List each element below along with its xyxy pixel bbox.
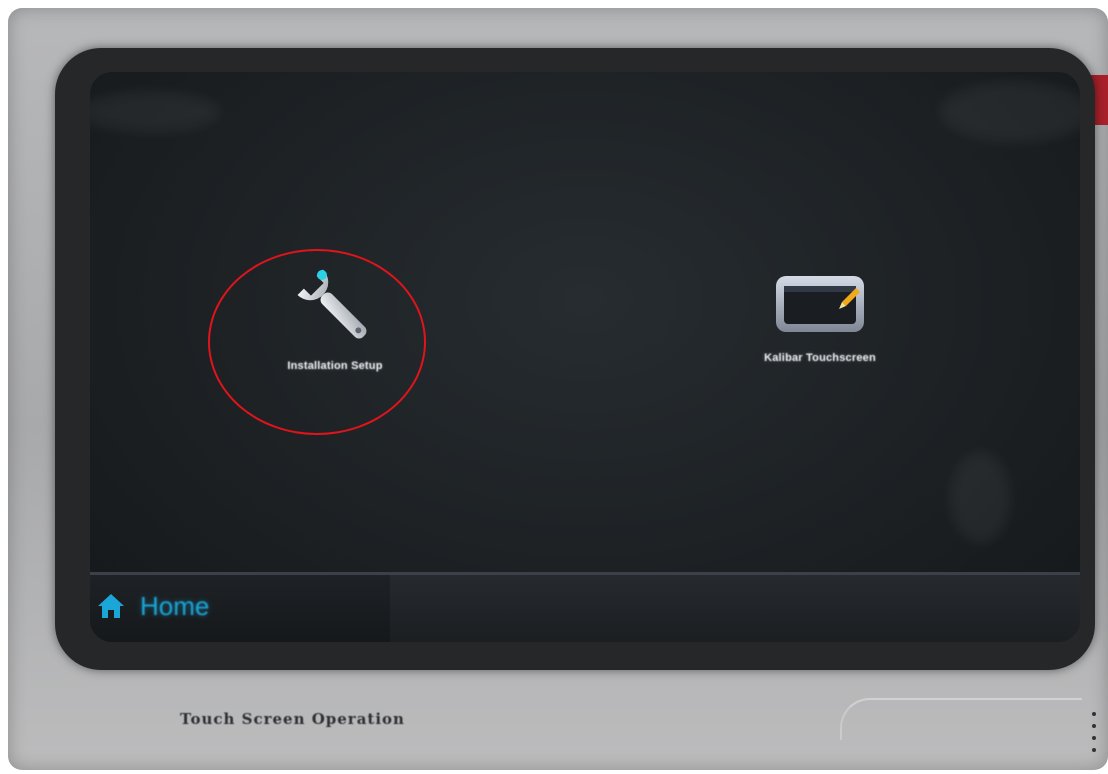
calibrate-touchscreen-label: Kalibar Touchscreen bbox=[764, 352, 876, 364]
home-icon bbox=[98, 594, 124, 618]
glare bbox=[950, 452, 1010, 542]
glare bbox=[90, 92, 220, 132]
touchscreen-icon bbox=[776, 276, 864, 332]
wrench-icon bbox=[297, 269, 367, 339]
home-label: Home bbox=[140, 590, 210, 621]
calibrate-touchscreen-button[interactable]: Kalibar Touchscreen bbox=[745, 272, 895, 402]
glare bbox=[940, 82, 1080, 142]
device-caption: Touch Screen Operation bbox=[180, 710, 405, 728]
speaker-grille bbox=[1092, 712, 1098, 762]
installation-setup-label: Installation Setup bbox=[287, 360, 383, 372]
bottom-bar bbox=[90, 572, 1080, 642]
frame-accent-line bbox=[840, 698, 1082, 740]
touch-screen bbox=[90, 72, 1080, 642]
home-button[interactable]: Home bbox=[96, 588, 209, 624]
installation-setup-button[interactable]: Installation Setup bbox=[265, 262, 405, 402]
photo-background: Installation Setup Kalibar Touchscreen H… bbox=[0, 0, 1108, 774]
